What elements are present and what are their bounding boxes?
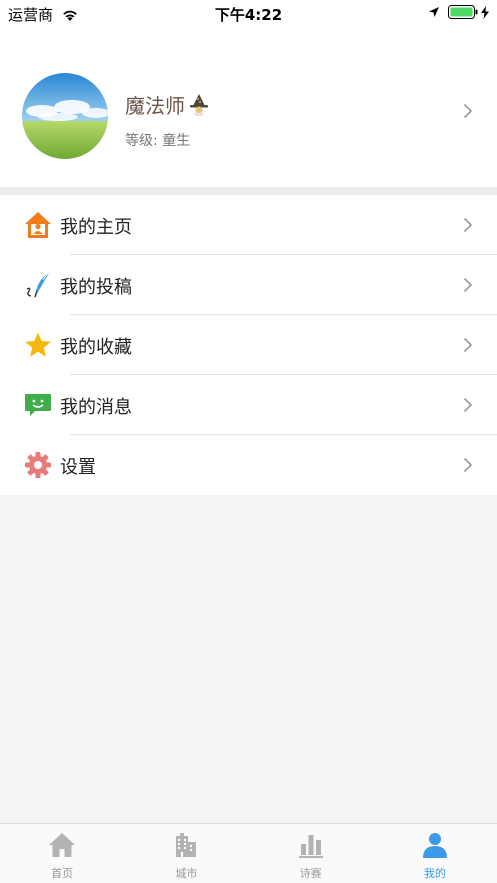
chevron-right-icon [463, 457, 473, 473]
profile-name: 魔法师 [125, 94, 185, 118]
menu-item-label: 设置 [60, 457, 96, 478]
status-bar: 运营商 下午4:22 [0, 0, 497, 26]
charging-bolt-icon [481, 5, 489, 19]
tab-label: 我的 [423, 867, 446, 880]
chevron-right-icon [463, 337, 473, 353]
building-icon [176, 833, 197, 857]
avatar[interactable] [22, 73, 108, 159]
bar-chart-icon [298, 835, 323, 858]
gear-icon [25, 452, 51, 478]
menu-item-favorites[interactable]: 我的收藏 [0, 315, 497, 375]
chevron-right-icon [463, 217, 473, 233]
tab-label: 首页 [51, 867, 74, 880]
battery-icon [448, 5, 478, 19]
chevron-right-icon [463, 397, 473, 413]
tab-label: 城市 [175, 867, 198, 880]
menu-item-settings[interactable]: 设置 [0, 435, 497, 495]
menu-list: 我的主页 我的投稿 我的收藏 我的消息 设置 [0, 195, 497, 495]
menu-item-homepage[interactable]: 我的主页 [0, 195, 497, 255]
message-icon [25, 394, 51, 416]
status-indicators [428, 5, 489, 19]
person-icon [422, 833, 447, 858]
star-icon [25, 332, 51, 357]
tab-home[interactable]: 首页 [0, 824, 124, 883]
location-arrow-icon [429, 7, 439, 17]
menu-item-label: 我的消息 [60, 397, 132, 418]
profile-card[interactable]: 魔法师 等级: 童生 [0, 26, 497, 187]
profile-level: 等级: 童生 [125, 133, 191, 149]
tab-city[interactable]: 城市 [124, 824, 248, 883]
menu-item-messages[interactable]: 我的消息 [0, 375, 497, 435]
status-time: 下午4:22 [214, 6, 283, 24]
menu-item-label: 我的收藏 [60, 337, 132, 358]
quill-icon [26, 271, 51, 298]
tab-mine[interactable]: 我的 [373, 824, 497, 883]
menu-item-submissions[interactable]: 我的投稿 [0, 255, 497, 315]
menu-item-label: 我的主页 [60, 217, 132, 238]
tab-label: 诗赛 [299, 867, 322, 880]
wizard-icon [190, 93, 208, 116]
chevron-right-icon [463, 277, 473, 293]
tab-bar: 首页 城市 诗赛 我的 [0, 823, 497, 883]
profile-name-row: 魔法师 [125, 90, 211, 119]
menu-item-label: 我的投稿 [60, 277, 132, 298]
house-icon [49, 833, 76, 857]
chevron-right-icon [463, 103, 473, 119]
home-person-icon [25, 212, 51, 238]
tab-poetry-contest[interactable]: 诗赛 [249, 824, 373, 883]
section-divider [0, 187, 497, 195]
